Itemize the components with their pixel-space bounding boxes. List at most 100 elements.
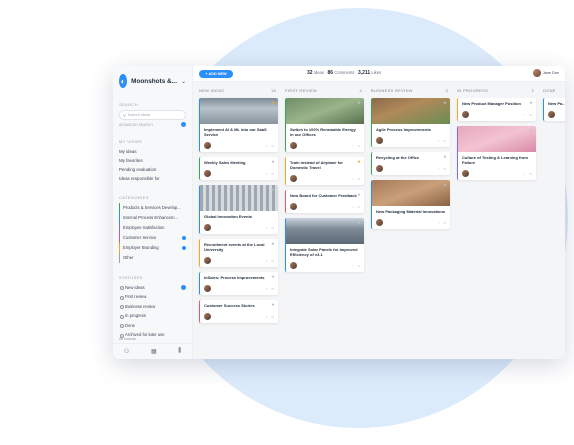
category-label: Products & Services Develop...: [123, 205, 181, 210]
category-item[interactable]: Other: [119, 253, 186, 263]
comments-label: Comments: [334, 70, 355, 75]
star-icon[interactable]: ★: [357, 192, 361, 198]
card-meta: ♡ ▭: [523, 113, 532, 117]
card-title: New Board for Customer Feedback: [290, 193, 357, 198]
kanban-column: NEW IDEAS 18 ★ Implement AI & ML into our S…: [199, 88, 278, 359]
avatar: [204, 224, 211, 231]
category-item[interactable]: Employee Satisfaction: [119, 223, 186, 233]
comment-icon: ▭: [357, 176, 360, 181]
card-meta: ♡ ▭: [437, 139, 446, 143]
card-title: Recruitment events at the Local Universi…: [204, 242, 265, 252]
card-title: inSales: Process Improvements: [204, 275, 265, 280]
view-switcher: ⚇ ▦ ⫼: [113, 343, 192, 359]
avatar: [376, 165, 383, 172]
search-input[interactable]: ⚲ Search Ideas: [119, 110, 186, 120]
star-icon[interactable]: ★: [357, 220, 361, 226]
category-item[interactable]: Employer Branding: [119, 243, 186, 253]
column-title: BUSINESS REVIEW: [371, 88, 413, 93]
like-icon: ♡: [265, 171, 269, 176]
column-header: IN PROGRESS 2: [457, 88, 536, 93]
search-icon: ⚲: [123, 113, 126, 118]
like-icon: ♡: [523, 112, 527, 117]
view-pending-evaluation[interactable]: Pending evaluation: [119, 165, 186, 174]
category-label: Internal Process Enhancem...: [123, 215, 178, 220]
search-placeholder: Search Ideas: [127, 113, 151, 117]
idea-card[interactable]: ★ Agile Process Improvements ♡ ▭: [371, 98, 450, 147]
kanban-columns: NEW IDEAS 18 ★ Implement AI & ML into our S…: [193, 82, 565, 359]
card-title: Agile Process Improvements: [376, 127, 431, 132]
idea-card[interactable]: ★ New Board for Customer Feedback ♡ ▭: [285, 190, 364, 213]
grid-view-icon[interactable]: ▦: [151, 348, 157, 355]
card-meta: ♡ ▭: [265, 172, 274, 176]
view-my-favorites[interactable]: My favorites: [119, 156, 186, 165]
like-icon: ♡: [523, 171, 527, 176]
category-item[interactable]: Products & Services Develop...: [119, 203, 186, 213]
status-item[interactable]: First review: [119, 292, 186, 302]
star-icon[interactable]: ★: [529, 100, 533, 106]
star-icon[interactable]: ★: [271, 274, 275, 280]
category-label: Customer Service: [123, 235, 157, 240]
stage: ◐ Moonshots &... ⌄ SEARCH ⚲ Search Ideas…: [0, 0, 574, 445]
status-badge: [181, 284, 186, 290]
status-label: Done: [125, 322, 136, 328]
avatar: [204, 142, 211, 149]
card-image: [200, 98, 278, 124]
star-icon[interactable]: ★: [271, 241, 275, 247]
idea-card[interactable]: ★ Switch to 100% Renewable Energy in our …: [285, 98, 364, 152]
category-item[interactable]: Internal Process Enhancem...: [119, 213, 186, 223]
idea-card[interactable]: ★ New Product Manager Position ♡ ▭: [457, 98, 536, 121]
advanced-search-row[interactable]: ADVANCED SEARCH: [119, 122, 186, 127]
comment-icon: ▭: [271, 225, 274, 230]
status-item[interactable]: Business review: [119, 302, 186, 312]
view-my-ideas[interactable]: My ideas: [119, 147, 186, 156]
board-area: + ADD NEW 32 Ideas 86 Comments 3,211 Lik…: [193, 66, 565, 359]
star-icon[interactable]: ★: [357, 159, 361, 165]
idea-card[interactable]: ★ Recruitment events at the Local Univers…: [199, 239, 278, 267]
view-ideas-responsible[interactable]: Ideas responsible for: [119, 174, 186, 183]
category-badge: [182, 245, 186, 250]
category-label: Employer Branding: [123, 245, 159, 250]
statuses-section-label: STATUSES: [119, 274, 143, 280]
star-icon[interactable]: ★: [357, 100, 361, 106]
status-label: First review: [125, 294, 147, 299]
star-icon[interactable]: ★: [443, 154, 447, 160]
idea-card[interactable]: ★ Culture of Testing & Learning from Fail…: [457, 126, 536, 180]
star-icon[interactable]: ★: [443, 100, 447, 106]
idea-card[interactable]: ★ Implement AI & ML into our SaaS Service…: [199, 98, 278, 152]
avatar: [532, 69, 541, 77]
star-icon[interactable]: ★: [271, 187, 275, 193]
people-icon[interactable]: ⚇: [124, 348, 129, 355]
status-label: In progress: [125, 313, 146, 318]
user-menu[interactable]: Jane Doe: [532, 69, 559, 77]
card-meta: ♡ ▭: [437, 167, 446, 171]
add-new-button[interactable]: + ADD NEW: [199, 69, 233, 78]
star-icon[interactable]: ★: [443, 182, 447, 188]
idea-card[interactable]: ★ Train instead of Airplane for Domestic …: [285, 157, 364, 185]
idea-card[interactable]: ★ Customer Success Stories ♡ ▭: [199, 300, 278, 323]
idea-card[interactable]: ★ Weekly Sales Meeting ♡ ▭: [199, 157, 278, 180]
comment-icon: ▭: [271, 258, 274, 263]
category-item[interactable]: Customer Service: [119, 233, 186, 243]
all-boards-link[interactable]: All boards: [119, 337, 136, 341]
star-icon[interactable]: ★: [271, 100, 275, 106]
status-label: New ideas: [125, 284, 145, 290]
status-item[interactable]: In progress: [119, 311, 186, 321]
status-item[interactable]: Done: [119, 321, 186, 331]
star-icon[interactable]: ★: [529, 128, 533, 134]
workspace-switcher[interactable]: ◐ Moonshots &... ⌄: [119, 72, 186, 90]
like-icon: ♡: [351, 176, 355, 181]
idea-card[interactable]: ★ New Packaging Material Innovations ♡ ▭: [371, 180, 450, 229]
board-view-icon[interactable]: ⫼: [178, 348, 181, 355]
idea-card[interactable]: ★ Global Innovation Events ♡ ▭: [199, 185, 278, 234]
advanced-search-link[interactable]: ADVANCED SEARCH: [119, 123, 153, 127]
column-header: FIRST REVIEW 4: [285, 88, 364, 93]
avatar: [290, 262, 297, 269]
idea-card[interactable]: ★ Recycling at the Office ♡ ▭: [371, 152, 450, 175]
star-icon[interactable]: ★: [271, 302, 275, 308]
search-section-label: SEARCH: [119, 102, 139, 107]
star-icon[interactable]: ★: [271, 159, 275, 165]
idea-card[interactable]: ★New Pa...♡▭: [543, 98, 565, 121]
status-item[interactable]: New ideas: [119, 283, 186, 293]
idea-card[interactable]: ★ Integrate Solar Panels for Improved Eff…: [285, 218, 364, 272]
idea-card[interactable]: ★ inSales: Process Improvements ♡ ▭: [199, 272, 278, 295]
